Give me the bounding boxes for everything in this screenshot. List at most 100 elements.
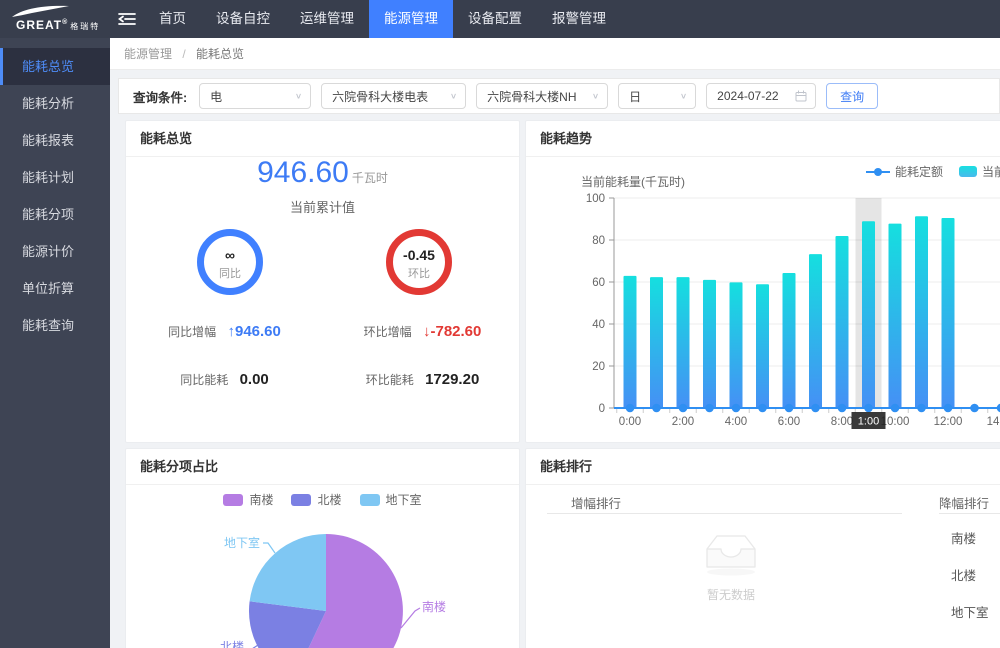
svg-text:12:00: 12:00 xyxy=(934,416,963,428)
svg-text:8:00: 8:00 xyxy=(831,416,853,428)
main-content: 能源管理 / 能耗总览 查询条件: 电∨六院骨科大楼电表∨六院骨科大楼NH∨日∨… xyxy=(110,38,1000,648)
total-energy-caption: 当前累计值 xyxy=(126,197,519,216)
search-button[interactable]: 查询 xyxy=(826,83,878,109)
bar-5:00 xyxy=(756,284,769,408)
topnav-item-0[interactable]: 首页 xyxy=(144,0,201,38)
quota-dot-5:00 xyxy=(758,404,767,413)
sidebar-item-0[interactable]: 能耗总览 xyxy=(0,48,110,85)
select-value: 六院骨科大楼电表 xyxy=(332,88,428,105)
query-select-1[interactable]: 六院骨科大楼电表 ∨ xyxy=(321,83,466,109)
bar-6:00 xyxy=(783,273,796,408)
quota-dot-8:00 xyxy=(838,404,847,413)
query-select-3[interactable]: 日∨ xyxy=(618,83,696,109)
quota-dot-2:00 xyxy=(679,404,688,413)
pie-chart-canvas[interactable]: 南楼北楼 地下室 xyxy=(126,485,521,648)
query-select-0[interactable]: 电∨ xyxy=(199,83,311,109)
sidebar-item-7[interactable]: 能耗查询 xyxy=(0,307,110,344)
pie-card-title: 能耗分项占比 xyxy=(126,449,519,485)
pie-label-南楼: 南楼 xyxy=(422,599,446,614)
topnav-item-2[interactable]: 运维管理 xyxy=(285,0,369,38)
quota-dot-10:00 xyxy=(891,404,900,413)
bar-3:00 xyxy=(703,280,716,408)
svg-text:1:00: 1:00 xyxy=(858,416,879,428)
bar-10:00 xyxy=(889,224,902,408)
quota-dot-11:00 xyxy=(917,404,926,413)
trend-chart-canvas[interactable]: 0204060801000:002:004:006:008:0010:0012:… xyxy=(526,157,1000,444)
date-value: 2024-07-22 xyxy=(717,89,778,103)
bar-8:00 xyxy=(836,236,849,408)
breadcrumb: 能源管理 / 能耗总览 xyxy=(110,38,1000,70)
svg-text:20: 20 xyxy=(592,361,605,373)
select-value: 六院骨科大楼NH xyxy=(487,88,576,105)
decrease-ranking-header: 降幅排行 xyxy=(939,493,989,512)
topnav-item-4[interactable]: 设备配置 xyxy=(453,0,537,38)
sidebar-item-1[interactable]: 能耗分析 xyxy=(0,85,110,122)
query-label: 查询条件: xyxy=(133,87,187,106)
quota-dot-4:00 xyxy=(732,404,741,413)
chevron-down-icon: ∨ xyxy=(592,92,599,101)
query-select-2[interactable]: 六院骨科大楼NH ∨ xyxy=(476,83,608,109)
mom-growth-stat: 环比增幅 ↓-782.60 xyxy=(324,323,521,340)
yoy-growth-stat: 同比增幅 ↑946.60 xyxy=(126,323,323,340)
increase-ranking-header: 增幅排行 xyxy=(571,493,621,512)
quota-dot-13:00 xyxy=(970,404,979,413)
mom-ring: -0.45 环比 xyxy=(386,229,452,295)
quota-dot-0:00 xyxy=(626,404,635,413)
yoy-ring: ∞ 同比 xyxy=(197,229,263,295)
topnav-item-1[interactable]: 设备自控 xyxy=(201,0,285,38)
decrease-ranking-divider xyxy=(939,513,1000,514)
logo-swoosh-icon xyxy=(12,5,70,18)
bar-7:00 xyxy=(809,254,822,408)
chevron-down-icon: ∨ xyxy=(295,92,302,101)
empty-state: 暂无数据 xyxy=(661,527,801,603)
svg-text:80: 80 xyxy=(592,235,605,247)
overview-card-title: 能耗总览 xyxy=(126,121,519,157)
yoy-energy-stat: 同比能耗 0.00 xyxy=(126,371,323,388)
select-value: 电 xyxy=(210,88,222,105)
energy-breakdown-card: 能耗分项占比 南楼北楼 地下室 南楼北楼 地下室 xyxy=(125,448,520,648)
query-toolbar: 查询条件: 电∨六院骨科大楼电表∨六院骨科大楼NH∨日∨ 2024-07-22 … xyxy=(118,78,1000,114)
app-window: GREAT®格瑞特 首页设备自控运维管理能源管理设备配置报警管理 能耗总览能耗分… xyxy=(0,0,1000,648)
chevron-down-icon: ∨ xyxy=(450,92,457,101)
topnav-items: 首页设备自控运维管理能源管理设备配置报警管理 xyxy=(144,0,621,38)
quota-dot-3:00 xyxy=(705,404,714,413)
top-navbar: GREAT®格瑞特 首页设备自控运维管理能源管理设备配置报警管理 xyxy=(0,0,1000,38)
ranking-item-1: 北楼 xyxy=(951,558,989,595)
sidebar-item-5[interactable]: 能源计价 xyxy=(0,233,110,270)
sidebar-item-2[interactable]: 能耗报表 xyxy=(0,122,110,159)
energy-overview-card: 能耗总览 946.60千瓦时 当前累计值 ∞ 同比 -0.45 环比 同比增幅 … xyxy=(125,120,520,443)
bar-9:00 xyxy=(862,221,875,408)
brand-logo: GREAT®格瑞特 xyxy=(0,0,110,38)
breadcrumb-section[interactable]: 能源管理 xyxy=(124,47,172,61)
bar-1:00 xyxy=(650,277,663,408)
pie-label-北楼: 北楼 xyxy=(220,639,244,648)
quota-dot-6:00 xyxy=(785,404,794,413)
pie-slice-地下室 xyxy=(250,534,326,611)
topnav-item-3[interactable]: 能源管理 xyxy=(369,0,453,38)
breadcrumb-current: 能耗总览 xyxy=(196,47,244,61)
ranking-item-2: 地下室 xyxy=(951,595,989,632)
bar-12:00 xyxy=(942,218,955,408)
quota-dot-7:00 xyxy=(811,404,820,413)
bar-11:00 xyxy=(915,216,928,408)
pie-label-地下室: 地下室 xyxy=(224,535,260,550)
bar-2:00 xyxy=(677,277,690,408)
svg-text:0: 0 xyxy=(599,403,605,415)
breadcrumb-separator: / xyxy=(182,47,185,61)
bar-4:00 xyxy=(730,282,743,408)
sidebar-item-3[interactable]: 能耗计划 xyxy=(0,159,110,196)
svg-text:14:00: 14:00 xyxy=(987,416,1000,428)
increase-ranking-divider xyxy=(547,513,902,514)
sidebar-item-6[interactable]: 单位折算 xyxy=(0,270,110,307)
bar-0:00 xyxy=(624,276,637,408)
sidebar: 能耗总览能耗分析能耗报表能耗计划能耗分项能源计价单位折算能耗查询 xyxy=(0,38,110,648)
quota-dot-12:00 xyxy=(944,404,953,413)
svg-text:40: 40 xyxy=(592,319,605,331)
date-picker[interactable]: 2024-07-22 xyxy=(706,83,816,109)
svg-text:0:00: 0:00 xyxy=(619,416,641,428)
chevron-down-icon: ∨ xyxy=(680,92,687,101)
svg-text:4:00: 4:00 xyxy=(725,416,747,428)
menu-collapse-icon[interactable] xyxy=(110,0,144,38)
topnav-item-5[interactable]: 报警管理 xyxy=(537,0,621,38)
sidebar-item-4[interactable]: 能耗分项 xyxy=(0,196,110,233)
